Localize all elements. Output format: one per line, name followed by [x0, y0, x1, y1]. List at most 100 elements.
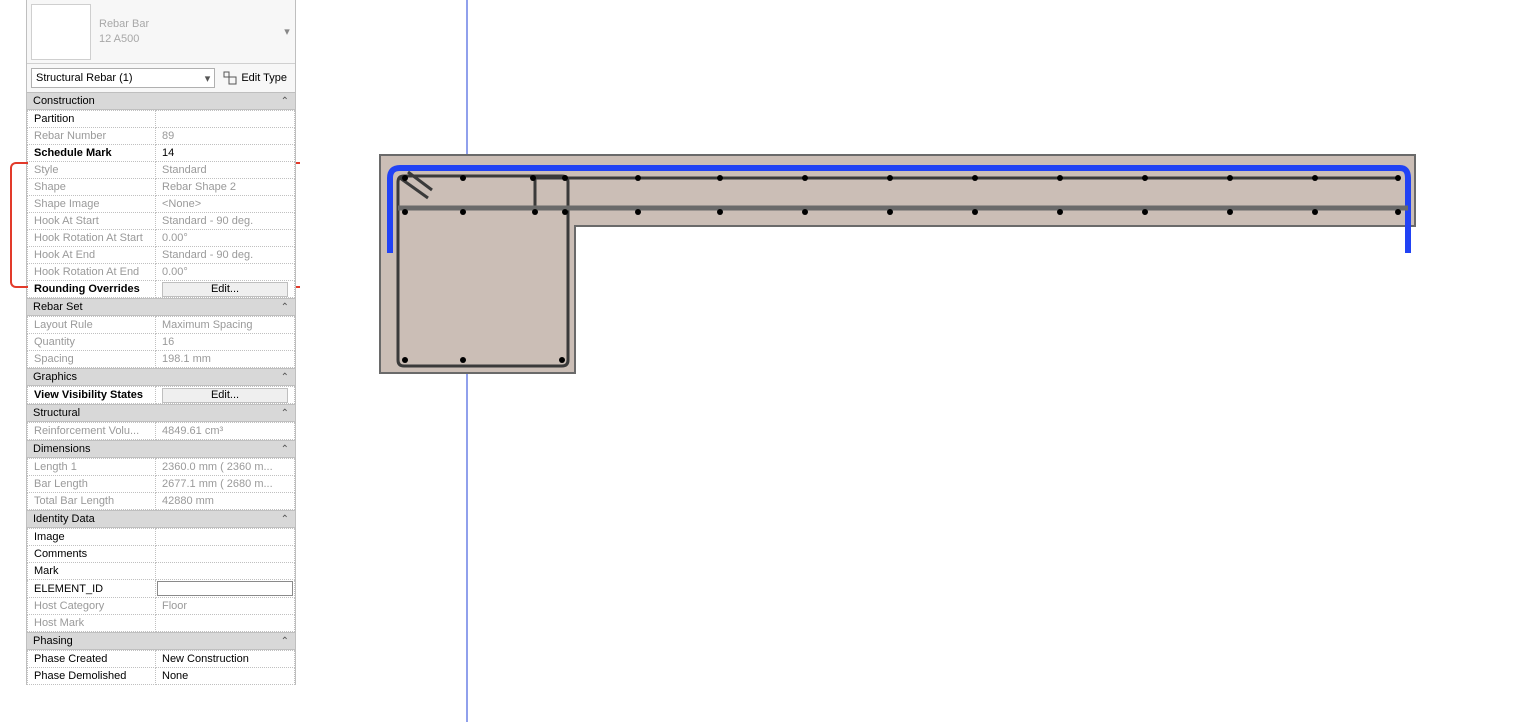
- section-title: Structural: [33, 407, 80, 419]
- prop-value: 2677.1 mm ( 2680 m...: [156, 476, 295, 493]
- prop-label: Bar Length: [28, 476, 156, 493]
- table-row[interactable]: Quantity16: [28, 334, 295, 351]
- prop-value: 198.1 mm: [156, 351, 295, 368]
- table-row[interactable]: Hook At StartStandard - 90 deg.: [28, 213, 295, 230]
- chevron-down-icon[interactable]: ▾: [279, 25, 295, 38]
- chevron-down-icon: ▾: [205, 72, 211, 85]
- prop-label: Rounding Overrides: [28, 281, 156, 298]
- table-row[interactable]: Phase DemolishedNone: [28, 668, 295, 685]
- table-row[interactable]: Partition: [28, 111, 295, 128]
- prop-value: [156, 580, 295, 598]
- section-header-graphics[interactable]: Graphics ⌃: [27, 368, 295, 386]
- graphics-table: View Visibility StatesEdit...: [27, 386, 295, 404]
- prop-label: Phase Demolished: [28, 668, 156, 685]
- table-row[interactable]: Hook Rotation At End0.00°: [28, 264, 295, 281]
- section-title: Dimensions: [33, 443, 90, 455]
- prop-value: 89: [156, 128, 295, 145]
- identity-table: Image Comments Mark ELEMENT_ID Host Cate…: [27, 528, 295, 632]
- properties-panel: Rebar Bar 12 A500 ▾ Structural Rebar (1)…: [26, 0, 296, 685]
- table-row[interactable]: Mark: [28, 563, 295, 580]
- prop-label: Hook Rotation At Start: [28, 230, 156, 247]
- edit-button[interactable]: Edit...: [162, 282, 288, 297]
- table-row[interactable]: Spacing198.1 mm: [28, 351, 295, 368]
- type-selector[interactable]: Rebar Bar 12 A500 ▾: [27, 0, 295, 64]
- section-header-rebarset[interactable]: Rebar Set ⌃: [27, 298, 295, 316]
- prop-label: Host Mark: [28, 615, 156, 632]
- section-header-phasing[interactable]: Phasing ⌃: [27, 632, 295, 650]
- prop-label: Host Category: [28, 598, 156, 615]
- edit-type-icon: [223, 71, 237, 85]
- table-row[interactable]: View Visibility StatesEdit...: [28, 387, 295, 404]
- prop-label: Phase Created: [28, 651, 156, 668]
- prop-label: ELEMENT_ID: [28, 580, 156, 598]
- table-row[interactable]: Total Bar Length42880 mm: [28, 493, 295, 510]
- element-id-input[interactable]: [157, 581, 293, 596]
- prop-value[interactable]: [156, 111, 295, 128]
- section-title: Construction: [33, 95, 95, 107]
- prop-value[interactable]: [156, 563, 295, 580]
- prop-value[interactable]: 14: [156, 145, 295, 162]
- rebarset-table: Layout RuleMaximum Spacing Quantity16 Sp…: [27, 316, 295, 368]
- table-row[interactable]: Image: [28, 529, 295, 546]
- prop-value: [156, 615, 295, 632]
- prop-value: 42880 mm: [156, 493, 295, 510]
- edit-button[interactable]: Edit...: [162, 388, 288, 403]
- table-row[interactable]: Rounding Overrides Edit...: [28, 281, 295, 298]
- section-header-structural[interactable]: Structural ⌃: [27, 404, 295, 422]
- drawing-svg: [300, 0, 1521, 722]
- table-row[interactable]: Phase CreatedNew Construction: [28, 651, 295, 668]
- prop-value: Standard: [156, 162, 295, 179]
- table-row[interactable]: ELEMENT_ID: [28, 580, 295, 598]
- prop-value[interactable]: [156, 546, 295, 563]
- construction-table: Partition Rebar Number89 Schedule Mark14…: [27, 110, 295, 298]
- prop-value[interactable]: New Construction: [156, 651, 295, 668]
- edit-type-label: Edit Type: [241, 72, 287, 84]
- instance-filter-select[interactable]: Structural Rebar (1) ▾: [31, 68, 215, 88]
- table-row[interactable]: Length 12360.0 mm ( 2360 m...: [28, 459, 295, 476]
- prop-value: Floor: [156, 598, 295, 615]
- edit-type-button[interactable]: Edit Type: [219, 69, 291, 87]
- table-row[interactable]: Hook Rotation At Start0.00°: [28, 230, 295, 247]
- table-row[interactable]: Schedule Mark14: [28, 145, 295, 162]
- table-row[interactable]: Comments: [28, 546, 295, 563]
- prop-label: Comments: [28, 546, 156, 563]
- table-row[interactable]: Reinforcement Volu...4849.61 cm³: [28, 423, 295, 440]
- prop-label: Layout Rule: [28, 317, 156, 334]
- table-row[interactable]: Shape Image<None>: [28, 196, 295, 213]
- prop-label: Spacing: [28, 351, 156, 368]
- table-row[interactable]: Rebar Number89: [28, 128, 295, 145]
- section-header-identity[interactable]: Identity Data ⌃: [27, 510, 295, 528]
- table-row[interactable]: Host CategoryFloor: [28, 598, 295, 615]
- table-row[interactable]: ShapeRebar Shape 2: [28, 179, 295, 196]
- table-row[interactable]: StyleStandard: [28, 162, 295, 179]
- type-preview-swatch: [31, 4, 91, 60]
- prop-label: Length 1: [28, 459, 156, 476]
- prop-label: Rebar Number: [28, 128, 156, 145]
- prop-value: Rebar Shape 2: [156, 179, 295, 196]
- filter-row: Structural Rebar (1) ▾ Edit Type: [27, 64, 295, 92]
- section-header-construction[interactable]: Construction ⌃: [27, 92, 295, 110]
- prop-value: Standard - 90 deg.: [156, 247, 295, 264]
- table-row[interactable]: Host Mark: [28, 615, 295, 632]
- table-row[interactable]: Layout RuleMaximum Spacing: [28, 317, 295, 334]
- phasing-table: Phase CreatedNew Construction Phase Demo…: [27, 650, 295, 685]
- prop-label: Schedule Mark: [28, 145, 156, 162]
- prop-label: Hook At End: [28, 247, 156, 264]
- section-header-dimensions[interactable]: Dimensions ⌃: [27, 440, 295, 458]
- prop-label: Shape Image: [28, 196, 156, 213]
- table-row[interactable]: Hook At EndStandard - 90 deg.: [28, 247, 295, 264]
- filter-value: Structural Rebar (1): [36, 72, 133, 84]
- prop-value: Maximum Spacing: [156, 317, 295, 334]
- type-title: Rebar Bar: [99, 17, 279, 31]
- section-title: Graphics: [33, 371, 77, 383]
- prop-value: Edit...: [156, 387, 295, 404]
- prop-value: 16: [156, 334, 295, 351]
- prop-value: <None>: [156, 196, 295, 213]
- prop-label: Image: [28, 529, 156, 546]
- prop-label: Reinforcement Volu...: [28, 423, 156, 440]
- table-row[interactable]: Bar Length2677.1 mm ( 2680 m...: [28, 476, 295, 493]
- chevron-up-icon: ⌃: [281, 372, 289, 383]
- drawing-canvas[interactable]: [300, 0, 1521, 722]
- prop-value[interactable]: None: [156, 668, 295, 685]
- prop-value[interactable]: [156, 529, 295, 546]
